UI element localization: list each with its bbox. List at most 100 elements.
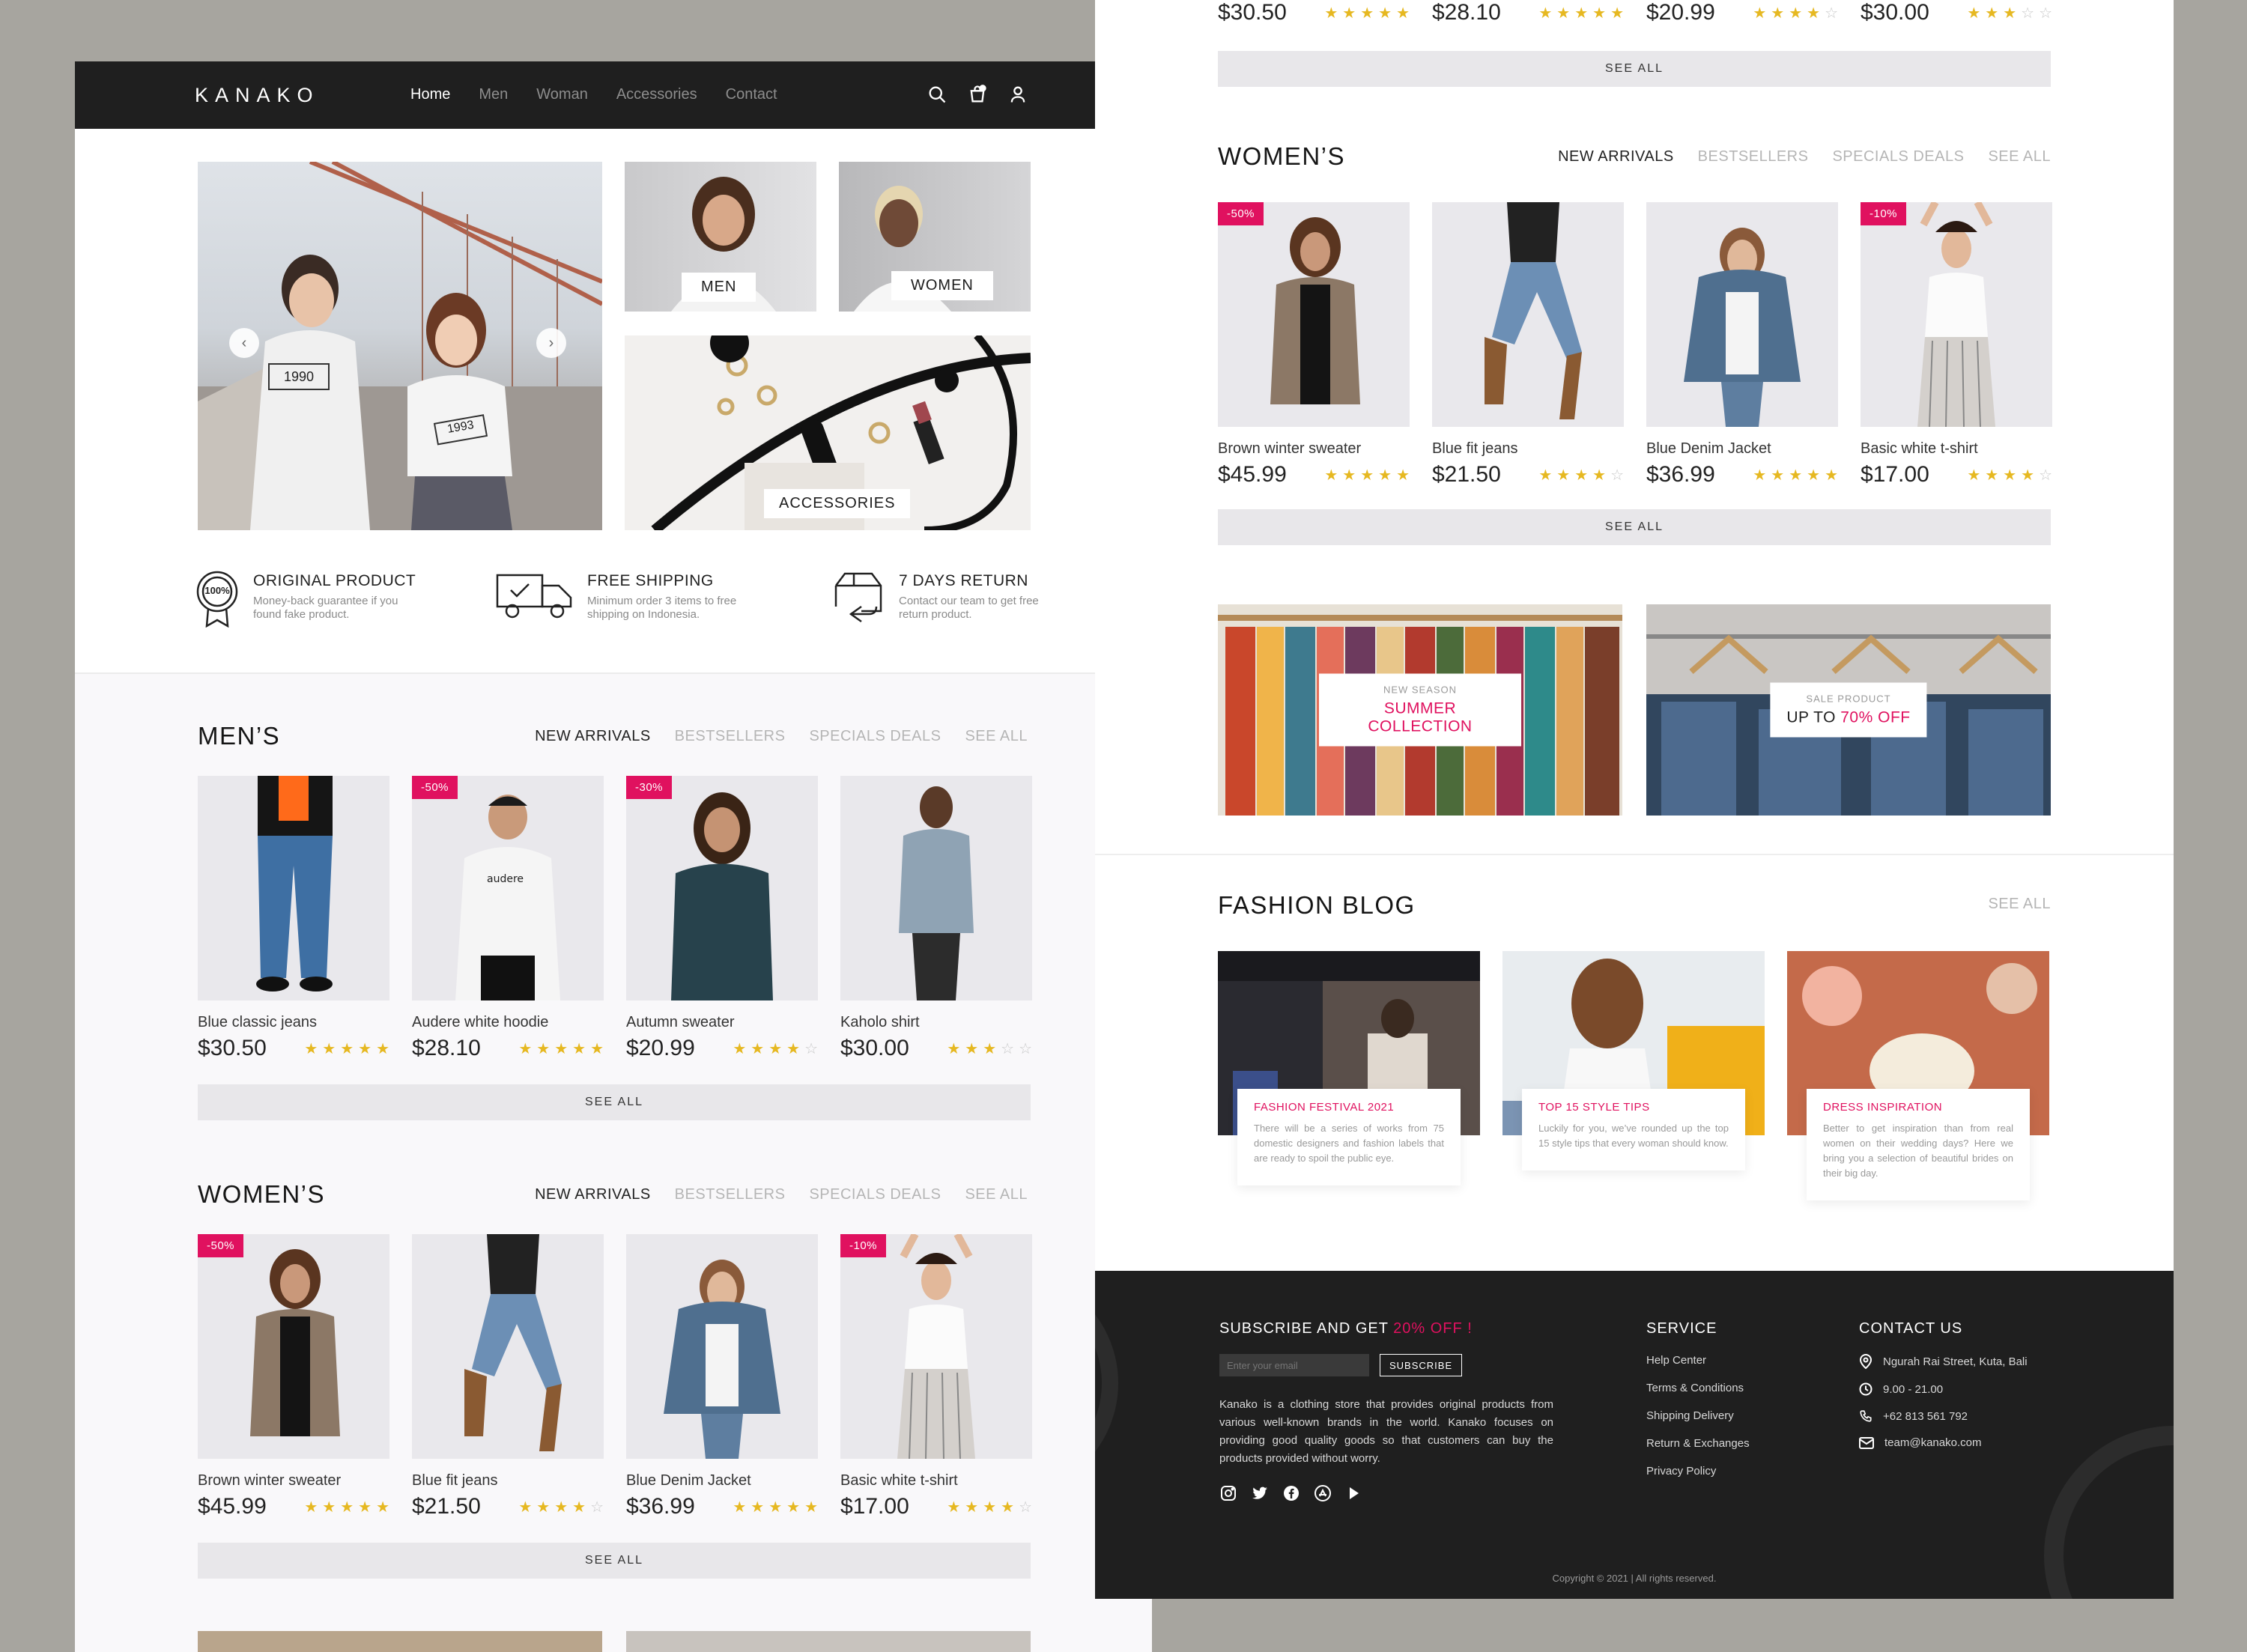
promo-kicker: SALE PRODUCT: [1806, 693, 1891, 705]
nav-men[interactable]: Men: [479, 86, 508, 103]
product-name[interactable]: Blue Denim Jacket: [1646, 440, 1838, 458]
product-card[interactable]: Kaholo shirt $30.00 ★ ★ ★ ☆ ☆: [840, 776, 1032, 1061]
tab-bestsellers[interactable]: BESTSELLERS: [1698, 148, 1809, 165]
product-name[interactable]: Blue Denim Jacket: [626, 1472, 818, 1489]
star-empty-icon: ☆: [2021, 4, 2035, 22]
twitter-icon[interactable]: [1251, 1484, 1269, 1502]
mens-see-all-button[interactable]: SEE ALL: [198, 1084, 1031, 1120]
footer-link-help-center[interactable]: Help Center: [1646, 1354, 1750, 1367]
product-card[interactable]: -50% Brown winter sweater $45.99 ★ ★ ★ ★ ★: [1218, 202, 1410, 488]
womens-see-all-button[interactable]: SEE ALL: [198, 1543, 1031, 1579]
contact-phone[interactable]: +62 813 561 792: [1859, 1409, 2028, 1423]
blog-see-all-link[interactable]: SEE ALL: [1988, 896, 2051, 913]
product-name[interactable]: Kaholo shirt: [840, 1014, 1032, 1031]
footer-link-shipping[interactable]: Shipping Delivery: [1646, 1409, 1750, 1422]
product-image[interactable]: [840, 776, 1032, 1000]
tab-bestsellers[interactable]: BESTSELLERS: [675, 1186, 786, 1203]
tab-new-arrivals[interactable]: NEW ARRIVALS: [535, 728, 651, 745]
product-image[interactable]: -50%: [1218, 202, 1410, 427]
nav-contact[interactable]: Contact: [726, 86, 777, 103]
play-store-icon[interactable]: [1345, 1484, 1363, 1502]
nav-accessories[interactable]: Accessories: [616, 86, 697, 103]
footer-link-returns[interactable]: Return & Exchanges: [1646, 1437, 1750, 1450]
cart-icon[interactable]: [967, 84, 988, 105]
promo-sale-70-off[interactable]: SALE PRODUCT UP TO 70% OFF: [1646, 604, 2051, 816]
product-name[interactable]: Blue classic jeans: [198, 1014, 389, 1031]
search-icon[interactable]: [927, 84, 947, 105]
product-card[interactable]: -30% Autumn sweater $20.99 ★ ★ ★ ★ ☆: [626, 776, 818, 1061]
product-image[interactable]: [412, 1234, 604, 1459]
tab-new-arrivals[interactable]: NEW ARRIVALS: [535, 1186, 651, 1203]
product-name[interactable]: Brown winter sweater: [1218, 440, 1410, 458]
instagram-icon[interactable]: [1219, 1484, 1237, 1502]
product-name[interactable]: Basic white t-shirt: [1861, 440, 2052, 458]
footer-link-privacy[interactable]: Privacy Policy: [1646, 1465, 1750, 1478]
blog-card[interactable]: FASHION FESTIVAL 2021 There will be a se…: [1218, 951, 1480, 1185]
tab-see-all[interactable]: SEE ALL: [1988, 148, 2051, 165]
email-input[interactable]: [1219, 1354, 1369, 1376]
product-card[interactable]: Blue classic jeans $30.50 ★ ★ ★ ★ ★: [198, 776, 389, 1061]
category-accessories-tile[interactable]: ACCESSORIES: [625, 335, 1031, 530]
product-card[interactable]: Blue fit jeans $21.50 ★ ★ ★ ★ ☆: [1432, 202, 1624, 488]
product-image[interactable]: audere -50%: [412, 776, 604, 1000]
product-name[interactable]: Autumn sweater: [626, 1014, 818, 1031]
category-women-tile[interactable]: WOMEN: [839, 162, 1031, 312]
rating-stars: ★ ★ ★ ☆ ☆: [947, 1041, 1032, 1056]
category-men-tile[interactable]: MEN: [625, 162, 816, 312]
product-card[interactable]: Blue Denim Jacket $36.99 ★ ★ ★ ★ ★: [626, 1234, 818, 1519]
product-image[interactable]: -10%: [1861, 202, 2052, 427]
nav-woman[interactable]: Woman: [536, 86, 588, 103]
product-card[interactable]: -10% Basic white t-shirt $17.00 ★ ★ ★ ★ ☆: [840, 1234, 1032, 1519]
product-image[interactable]: [1646, 202, 1838, 427]
tab-see-all[interactable]: SEE ALL: [965, 1186, 1028, 1203]
product-name[interactable]: Blue fit jeans: [1432, 440, 1624, 458]
product-card[interactable]: -50% Brown winter sweater $45.99 ★ ★ ★ ★ ★: [198, 1234, 389, 1519]
blog-title[interactable]: DRESS INSPIRATION: [1823, 1101, 2013, 1114]
womens-filter-tabs: NEW ARRIVALS BESTSELLERS SPECIALS DEALS …: [1558, 148, 2051, 165]
blog-title[interactable]: FASHION FESTIVAL 2021: [1254, 1101, 1444, 1114]
product-price: $45.99: [198, 1494, 267, 1519]
product-card[interactable]: -10% Basic white t-shirt $17.00 ★ ★ ★ ★ ☆: [1861, 202, 2052, 488]
tab-specials-deals[interactable]: SPECIALS DEALS: [1832, 148, 1964, 165]
product-image[interactable]: [1432, 202, 1624, 427]
product-image[interactable]: -10%: [840, 1234, 1032, 1459]
tab-specials-deals[interactable]: SPECIALS DEALS: [809, 1186, 941, 1203]
slider-prev-icon[interactable]: ‹: [229, 328, 259, 358]
tab-new-arrivals[interactable]: NEW ARRIVALS: [1558, 148, 1674, 165]
slider-next-icon[interactable]: ›: [536, 328, 566, 358]
mens-see-all-button[interactable]: SEE ALL: [1218, 51, 2051, 87]
product-name[interactable]: Brown winter sweater: [198, 1472, 389, 1489]
blog-card[interactable]: TOP 15 STYLE TIPS Luckily for you, we’ve…: [1502, 951, 1765, 1170]
user-icon[interactable]: [1007, 84, 1028, 105]
promo-summer-collection[interactable]: NEW SEASON SUMMER COLLECTION: [1218, 604, 1622, 816]
sale-badge: -10%: [1861, 202, 1907, 225]
tab-see-all[interactable]: SEE ALL: [965, 728, 1028, 745]
product-card[interactable]: Blue Denim Jacket $36.99 ★ ★ ★ ★ ★: [1646, 202, 1838, 488]
blog-card[interactable]: DRESS INSPIRATION Better to get inspirat…: [1787, 951, 2049, 1200]
product-image[interactable]: [198, 776, 389, 1000]
contact-email[interactable]: team@kanako.com: [1859, 1436, 2028, 1449]
subscribe-button[interactable]: SUBSCRIBE: [1380, 1354, 1463, 1376]
product-name[interactable]: Blue fit jeans: [412, 1472, 604, 1489]
product-image[interactable]: [626, 1234, 818, 1459]
section-divider: [1095, 854, 2174, 855]
nav-home[interactable]: Home: [410, 86, 450, 103]
product-name[interactable]: Basic white t-shirt: [840, 1472, 1032, 1489]
product-card[interactable]: audere -50% Audere white hoodie $28.10 ★ ★…: [412, 776, 604, 1061]
tab-bestsellers[interactable]: BESTSELLERS: [675, 728, 786, 745]
footer-link-terms[interactable]: Terms & Conditions: [1646, 1382, 1750, 1394]
tab-specials-deals[interactable]: SPECIALS DEALS: [809, 728, 941, 745]
location-icon: [1859, 1354, 1872, 1369]
facebook-icon[interactable]: [1282, 1484, 1300, 1502]
brand-logo[interactable]: KANAKO: [195, 84, 320, 107]
blog-title[interactable]: TOP 15 STYLE TIPS: [1538, 1101, 1729, 1114]
product-image[interactable]: -50%: [198, 1234, 389, 1459]
womens-see-all-button[interactable]: SEE ALL: [1218, 509, 2051, 545]
product-price: $21.50: [412, 1494, 481, 1519]
product-image[interactable]: -30%: [626, 776, 818, 1000]
product-name[interactable]: Audere white hoodie: [412, 1014, 604, 1031]
promo-preview-image: [626, 1631, 1031, 1652]
app-store-icon[interactable]: [1314, 1484, 1332, 1502]
product-card[interactable]: Blue fit jeans $21.50 ★ ★ ★ ★ ☆: [412, 1234, 604, 1519]
service-heading: SERVICE: [1646, 1320, 1717, 1337]
